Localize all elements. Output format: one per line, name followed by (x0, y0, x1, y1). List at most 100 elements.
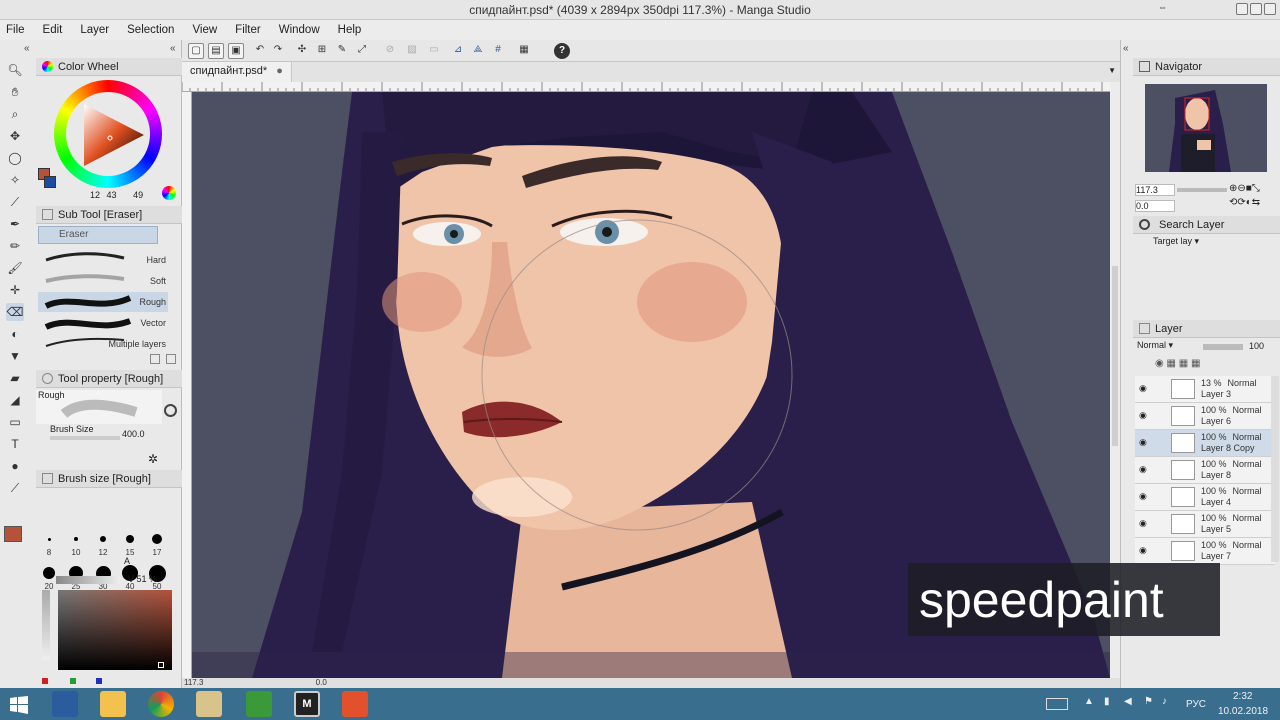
start-icon[interactable] (10, 696, 28, 714)
color-set-tabs[interactable]: A (124, 556, 180, 570)
brush-soft[interactable]: Soft (38, 271, 168, 291)
navigator-angle[interactable]: 0.0 (1135, 200, 1175, 212)
sub-tool-group-tab[interactable]: Eraser (38, 226, 158, 244)
menu-window[interactable]: Window (279, 24, 320, 36)
brush-size-preset[interactable]: 17 (144, 530, 170, 557)
tab-menu-icon[interactable]: ▼ (1108, 66, 1116, 75)
menu-filter[interactable]: Filter (235, 24, 261, 36)
scale-icon[interactable]: ⤢ (354, 43, 370, 59)
manga-studio-icon[interactable]: M (294, 691, 320, 717)
sub-tool-settings-icon[interactable] (150, 354, 160, 364)
clear-icon[interactable]: ⊘ (382, 43, 398, 59)
layer-visibility-eye-icon[interactable]: ◉ (1139, 546, 1149, 555)
zoom-tool-icon[interactable]: 🔍︎ (6, 61, 24, 79)
brush-multiple-layers[interactable]: Multiple layers (38, 334, 168, 354)
layer-row[interactable]: ◉ 100 % Normal Layer 8 (1135, 457, 1275, 484)
sub-tool-delete-icon[interactable] (166, 354, 176, 364)
brush-vector[interactable]: Vector (38, 313, 168, 333)
color-history-red[interactable] (42, 678, 48, 684)
layer-row[interactable]: ◉ 100 % Normal Layer 6 (1135, 403, 1275, 430)
opacity-value[interactable]: 100 (1249, 341, 1264, 351)
layer-visibility-eye-icon[interactable]: ◉ (1139, 438, 1149, 447)
layer-visibility-eye-icon[interactable]: ◉ (1139, 492, 1149, 501)
transform-icon[interactable]: ✣ (294, 43, 310, 59)
keyboard-icon[interactable] (1046, 698, 1068, 710)
clock-date[interactable]: 10.02.2018 (1218, 706, 1268, 717)
tool-property-magnifier-icon[interactable] (164, 404, 177, 417)
brush-size-header[interactable]: Brush size [Rough] (36, 470, 182, 488)
brush-hard[interactable]: Hard (38, 250, 168, 270)
deselect-icon[interactable]: ▭ (426, 43, 442, 59)
layer-row[interactable]: ◉ 13 % Normal Layer 3 (1135, 376, 1275, 403)
perspective-icon[interactable]: ⟁ (470, 43, 486, 59)
brush-rough[interactable]: Rough (38, 292, 168, 312)
hand-tool-icon[interactable]: ✋︎ (6, 83, 24, 101)
clock-time[interactable]: 2:32 (1233, 691, 1252, 702)
brush-size-preset[interactable]: 10 (63, 530, 89, 557)
grid-icon[interactable]: # (490, 43, 506, 59)
menu-selection[interactable]: Selection (127, 24, 174, 36)
pen-tool-icon[interactable]: ✒ (6, 215, 24, 233)
lasso-tool-icon[interactable]: ◯ (6, 149, 24, 167)
folder-icon[interactable] (196, 691, 222, 717)
navigator-zoom-slider[interactable] (1177, 188, 1227, 192)
layer-row[interactable]: ◉ 100 % Normal Layer 5 (1135, 511, 1275, 538)
main-color-swatch[interactable] (4, 526, 22, 542)
open-file-icon[interactable]: ▤ (208, 43, 224, 59)
brush-size-preset[interactable]: 15 (117, 530, 143, 557)
right-panel-collapse-icon[interactable]: « (1123, 43, 1129, 54)
selection-edit-icon[interactable]: ✎ (334, 43, 350, 59)
blend-mode-select[interactable]: Normal ▾ (1135, 340, 1195, 354)
magnifier-tool-icon[interactable]: ⌕ (6, 105, 24, 123)
navigator-rotate-icons[interactable]: ⊕⊖■⤡ ⟲⟳◐⇆ (1229, 182, 1279, 212)
color-picker-square[interactable] (58, 590, 172, 670)
correct-line-icon[interactable]: ⟋ (6, 479, 24, 497)
figure-tool-icon[interactable]: ◢ (6, 391, 24, 409)
layer-visibility-eye-icon[interactable]: ◉ (1139, 519, 1149, 528)
color-mode-icon[interactable] (162, 186, 176, 200)
opacity-slider[interactable] (1203, 344, 1243, 350)
chrome-icon[interactable] (148, 691, 174, 717)
search-layer-header[interactable]: Search Layer (1133, 216, 1280, 234)
close-button[interactable] (1264, 3, 1276, 15)
left-panel-expand-icon[interactable]: « (170, 43, 176, 54)
save-icon[interactable]: ▣ (228, 43, 244, 59)
color-triangle[interactable] (80, 102, 146, 168)
fill-tool-icon[interactable]: ▼ (6, 347, 24, 365)
layer-header[interactable]: Layer (1133, 320, 1280, 338)
brush-size-setting[interactable]: Brush Size 400.0 (36, 424, 172, 446)
navigator-header[interactable]: Navigator (1133, 58, 1280, 76)
recorder-icon[interactable] (342, 691, 368, 717)
menu-layer[interactable]: Layer (80, 24, 109, 36)
brush-size-value[interactable]: 400.0 (122, 429, 145, 439)
ruler-icon[interactable]: ⊿ (450, 43, 466, 59)
brush-size-preset[interactable]: 12 (90, 530, 116, 557)
layer-visibility-eye-icon[interactable]: ◉ (1139, 411, 1149, 420)
language-indicator[interactable]: РУС (1186, 699, 1206, 710)
volume-icon[interactable]: ◀ (1124, 696, 1132, 707)
color-history-blue[interactable] (96, 678, 102, 684)
color-history-green[interactable] (70, 678, 76, 684)
crop-icon[interactable]: ⊞ (314, 43, 330, 59)
camtasia-icon[interactable] (246, 691, 272, 717)
tool-property-wrench-icon[interactable]: ✲ (148, 452, 158, 466)
vertical-scroll-thumb[interactable] (1112, 266, 1118, 446)
menu-help[interactable]: Help (338, 24, 362, 36)
tool-property-header[interactable]: Tool property [Rough] (36, 370, 182, 388)
frame-tool-icon[interactable]: ▭ (6, 413, 24, 431)
magic-wand-icon[interactable]: ✧ (6, 171, 24, 189)
layer-toolbar[interactable]: ◉ ▦ ▦ ▦ (1155, 358, 1265, 374)
tray-arrow-icon[interactable]: ▲ (1084, 696, 1094, 707)
gradient-tool-icon[interactable]: ▰ (6, 369, 24, 387)
navigator-zoom[interactable]: 117.3 (1135, 184, 1175, 196)
sub-tool-header[interactable]: Sub Tool [Eraser] (36, 206, 182, 224)
redo-icon[interactable]: ↷ (270, 43, 286, 59)
brush-tool-icon[interactable]: 🖌︎ (6, 259, 24, 277)
tab-close-icon[interactable]: ● (276, 65, 283, 77)
menu-edit[interactable]: Edit (43, 24, 63, 36)
brush-size-slider[interactable] (50, 436, 120, 440)
navigator-preview[interactable] (1145, 84, 1267, 172)
eraser-tool-icon[interactable]: ⌫ (6, 303, 24, 321)
layer-visibility-eye-icon[interactable]: ◉ (1139, 465, 1149, 474)
left-panel-collapse-icon[interactable]: « (24, 43, 30, 54)
